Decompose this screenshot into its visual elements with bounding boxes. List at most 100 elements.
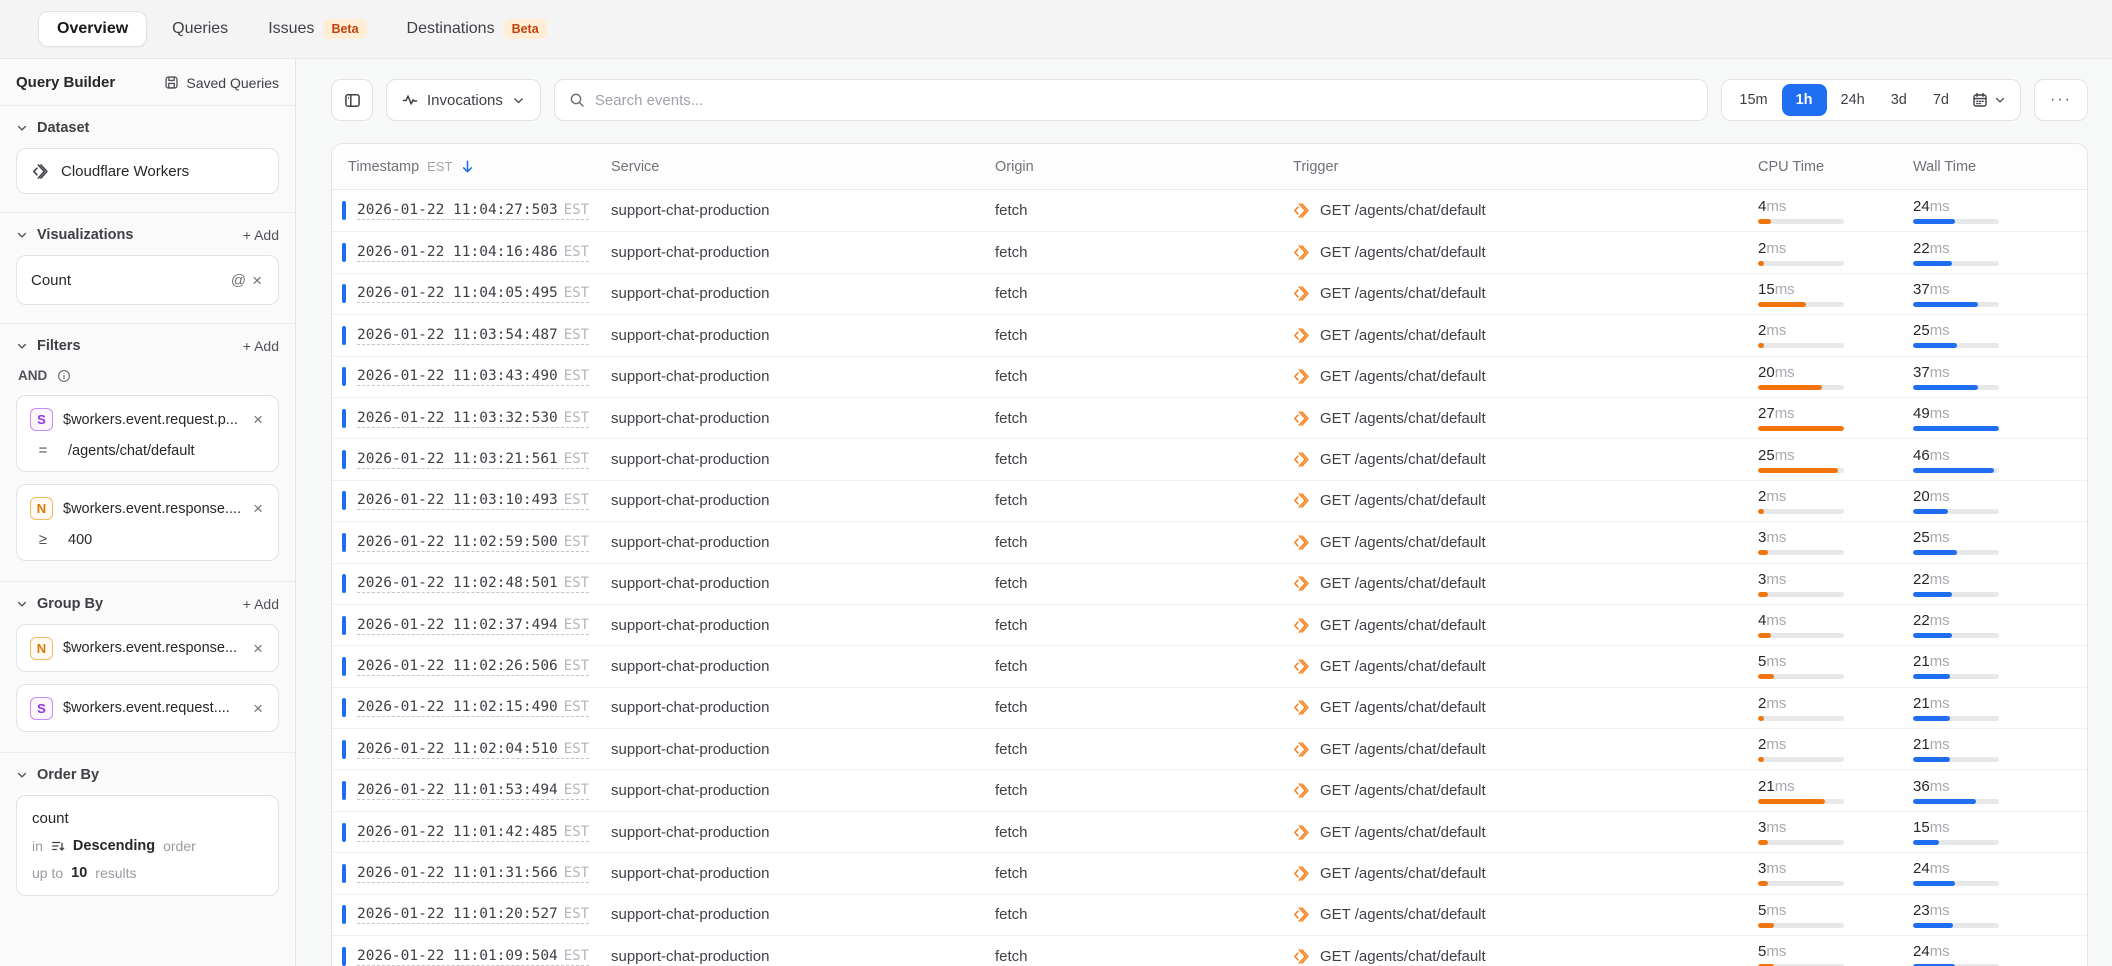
- filter-value[interactable]: /agents/chat/default: [68, 443, 195, 459]
- remove-group-by-button[interactable]: ×: [251, 700, 265, 717]
- order-direction[interactable]: Descending: [73, 838, 155, 854]
- filter-value[interactable]: 400: [68, 532, 92, 548]
- time-range-7d[interactable]: 7d: [1921, 85, 1961, 115]
- table-row[interactable]: 2026-01-22 11:03:10:493ESTsupport-chat-p…: [332, 480, 2087, 521]
- tab-overview[interactable]: Overview: [38, 11, 147, 47]
- visualization-count-card[interactable]: Count @ ×: [16, 255, 279, 305]
- table-row[interactable]: 2026-01-22 11:04:16:486ESTsupport-chat-p…: [332, 231, 2087, 272]
- cpu-time-cell: 4ms: [1758, 198, 1913, 224]
- remove-group-by-button[interactable]: ×: [251, 640, 265, 657]
- filters-section-toggle[interactable]: Filters: [16, 338, 81, 354]
- table-row[interactable]: 2026-01-22 11:04:05:495ESTsupport-chat-p…: [332, 273, 2087, 314]
- saved-queries-button[interactable]: Saved Queries: [164, 75, 279, 91]
- timestamp-cell[interactable]: 2026-01-22 11:02:59:500EST: [332, 533, 611, 552]
- timestamp-cell[interactable]: 2026-01-22 11:03:54:487EST: [332, 326, 611, 345]
- group-by-item[interactable]: S $workers.event.request.... ×: [16, 684, 279, 732]
- remove-visualization-button[interactable]: ×: [250, 272, 264, 289]
- group-by-item[interactable]: N $workers.event.response... ×: [16, 624, 279, 672]
- timestamp-cell[interactable]: 2026-01-22 11:03:43:490EST: [332, 367, 611, 386]
- search-events-input[interactable]: [595, 92, 1693, 109]
- table-row[interactable]: 2026-01-22 11:02:15:490ESTsupport-chat-p…: [332, 687, 2087, 728]
- filter-operator[interactable]: =: [33, 442, 53, 459]
- cpu-time-bar: [1758, 840, 1844, 845]
- order-limit[interactable]: 10: [71, 865, 87, 881]
- timestamp-cell[interactable]: 2026-01-22 11:04:16:486EST: [332, 243, 611, 262]
- filter-item[interactable]: S $workers.event.request.p... × = /agent…: [16, 395, 279, 472]
- timestamp-cell[interactable]: 2026-01-22 11:01:53:494EST: [332, 781, 611, 800]
- filters-add-button[interactable]: + Add: [243, 338, 279, 354]
- tab-queries[interactable]: Queries: [157, 11, 243, 47]
- tab-issues[interactable]: Issues Beta: [253, 10, 381, 48]
- service-cell: support-chat-production: [611, 658, 995, 675]
- table-row[interactable]: 2026-01-22 11:03:32:530ESTsupport-chat-p…: [332, 397, 2087, 438]
- table-row[interactable]: 2026-01-22 11:02:26:506ESTsupport-chat-p…: [332, 645, 2087, 686]
- table-row[interactable]: 2026-01-22 11:01:09:504ESTsupport-chat-p…: [332, 935, 2087, 966]
- toggle-sidebar-button[interactable]: [331, 79, 373, 121]
- wall-time-bar: [1913, 757, 1999, 762]
- timestamp-cell[interactable]: 2026-01-22 11:02:37:494EST: [332, 616, 611, 635]
- event-indicator-bar: [342, 491, 346, 510]
- table-row[interactable]: 2026-01-22 11:03:54:487ESTsupport-chat-p…: [332, 314, 2087, 355]
- more-options-button[interactable]: ···: [2034, 79, 2088, 121]
- timestamp-cell[interactable]: 2026-01-22 11:02:26:506EST: [332, 657, 611, 676]
- dataset-section-toggle[interactable]: Dataset: [16, 120, 89, 136]
- table-row[interactable]: 2026-01-22 11:04:27:503ESTsupport-chat-p…: [332, 190, 2087, 231]
- group-by-section-toggle[interactable]: Group By: [16, 596, 103, 612]
- timestamp-cell[interactable]: 2026-01-22 11:03:32:530EST: [332, 409, 611, 428]
- cpu-time-bar: [1758, 881, 1844, 886]
- table-row[interactable]: 2026-01-22 11:03:43:490ESTsupport-chat-p…: [332, 356, 2087, 397]
- timestamp-cell[interactable]: 2026-01-22 11:01:42:485EST: [332, 823, 611, 842]
- table-row[interactable]: 2026-01-22 11:01:20:527ESTsupport-chat-p…: [332, 894, 2087, 935]
- time-range-15m[interactable]: 15m: [1727, 85, 1779, 115]
- group-by-add-button[interactable]: + Add: [243, 596, 279, 612]
- timestamp-cell[interactable]: 2026-01-22 11:03:21:561EST: [332, 450, 611, 469]
- table-row[interactable]: 2026-01-22 11:01:53:494ESTsupport-chat-p…: [332, 769, 2087, 810]
- time-range-1h[interactable]: 1h: [1782, 84, 1827, 116]
- wall-time-cell: 21ms: [1913, 653, 2087, 679]
- table-row[interactable]: 2026-01-22 11:01:31:566ESTsupport-chat-p…: [332, 852, 2087, 893]
- timestamp-cell[interactable]: 2026-01-22 11:03:10:493EST: [332, 491, 611, 510]
- wall-time-column-header[interactable]: Wall Time: [1913, 159, 2087, 175]
- at-icon[interactable]: @: [227, 272, 250, 289]
- timestamp-cell[interactable]: 2026-01-22 11:02:48:501EST: [332, 574, 611, 593]
- table-row[interactable]: 2026-01-22 11:01:42:485ESTsupport-chat-p…: [332, 811, 2087, 852]
- cpu-time-bar: [1758, 219, 1844, 224]
- cpu-time-bar: [1758, 509, 1844, 514]
- table-row[interactable]: 2026-01-22 11:02:04:510ESTsupport-chat-p…: [332, 728, 2087, 769]
- timestamp-cell[interactable]: 2026-01-22 11:01:09:504EST: [332, 947, 611, 966]
- event-type-dropdown[interactable]: Invocations: [386, 79, 541, 121]
- visualizations-section-toggle[interactable]: Visualizations: [16, 227, 133, 243]
- timestamp-column-header[interactable]: Timestamp EST: [332, 159, 611, 175]
- tab-destinations[interactable]: Destinations Beta: [392, 10, 562, 48]
- service-column-header[interactable]: Service: [611, 159, 995, 175]
- dataset-select[interactable]: Cloudflare Workers: [16, 148, 279, 194]
- table-row[interactable]: 2026-01-22 11:02:59:500ESTsupport-chat-p…: [332, 521, 2087, 562]
- trigger-column-header[interactable]: Trigger: [1293, 159, 1758, 175]
- visualizations-add-button[interactable]: + Add: [243, 227, 279, 243]
- timestamp-cell[interactable]: 2026-01-22 11:01:31:566EST: [332, 864, 611, 883]
- origin-cell: fetch: [995, 906, 1293, 923]
- time-range-3d[interactable]: 3d: [1879, 85, 1919, 115]
- timezone-label: EST: [564, 699, 589, 715]
- table-row[interactable]: 2026-01-22 11:02:48:501ESTsupport-chat-p…: [332, 563, 2087, 604]
- timestamp-cell[interactable]: 2026-01-22 11:02:15:490 EST: [332, 698, 611, 717]
- remove-filter-button[interactable]: ×: [251, 500, 265, 517]
- order-by-section-toggle[interactable]: Order By: [16, 767, 99, 783]
- filter-item[interactable]: N $workers.event.response.... × ≥ 400: [16, 484, 279, 561]
- timestamp-cell[interactable]: 2026-01-22 11:01:20:527EST: [332, 905, 611, 924]
- table-row[interactable]: 2026-01-22 11:03:21:561ESTsupport-chat-p…: [332, 438, 2087, 479]
- custom-date-range-button[interactable]: [1963, 85, 2015, 115]
- cpu-time-column-header[interactable]: CPU Time: [1758, 159, 1913, 175]
- timestamp-cell[interactable]: 2026-01-22 11:04:05:495EST: [332, 284, 611, 303]
- origin-column-header[interactable]: Origin: [995, 159, 1293, 175]
- table-row[interactable]: 2026-01-22 11:02:37:494ESTsupport-chat-p…: [332, 604, 2087, 645]
- timestamp-cell[interactable]: 2026-01-22 11:04:27:503EST: [332, 201, 611, 220]
- time-range-24h[interactable]: 24h: [1829, 85, 1877, 115]
- origin-cell: fetch: [995, 534, 1293, 551]
- remove-filter-button[interactable]: ×: [251, 411, 265, 428]
- order-by-card[interactable]: count in Descending order up to 10 resul…: [16, 795, 279, 896]
- timestamp-cell[interactable]: 2026-01-22 11:02:04:510EST: [332, 740, 611, 759]
- filter-operator[interactable]: ≥: [33, 531, 53, 548]
- timezone-label: EST: [564, 451, 589, 467]
- timestamp-value: 2026-01-22 11:02:15:490: [357, 699, 558, 715]
